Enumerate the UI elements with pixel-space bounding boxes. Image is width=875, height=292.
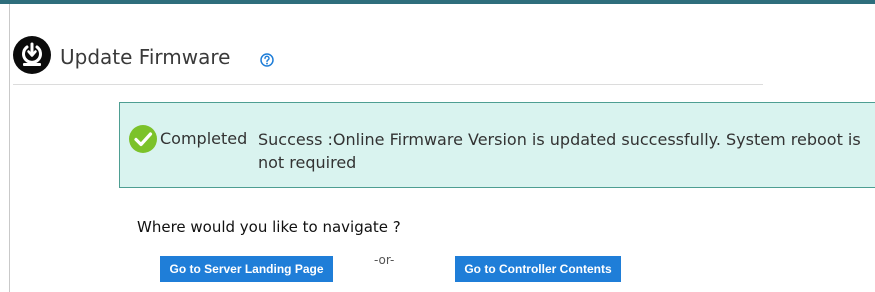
firmware-update-icon (13, 36, 51, 74)
or-separator: -or- (374, 253, 395, 267)
left-border (9, 4, 10, 292)
help-circle-icon[interactable] (260, 52, 274, 67)
status-message: Success :Online Firmware Version is upda… (258, 130, 861, 172)
page-title: Update Firmware (60, 45, 231, 69)
top-accent-bar (0, 0, 875, 4)
status-label: Completed (160, 129, 248, 148)
go-to-controller-contents-button[interactable]: Go to Controller Contents (455, 256, 621, 282)
navigation-prompt: Where would you like to navigate ? (137, 218, 401, 236)
go-to-server-landing-page-button[interactable]: Go to Server Landing Page (160, 256, 333, 282)
status-banner: Completed Success :Online Firmware Versi… (119, 102, 875, 188)
header-divider (13, 84, 763, 85)
check-circle-icon (128, 124, 158, 154)
